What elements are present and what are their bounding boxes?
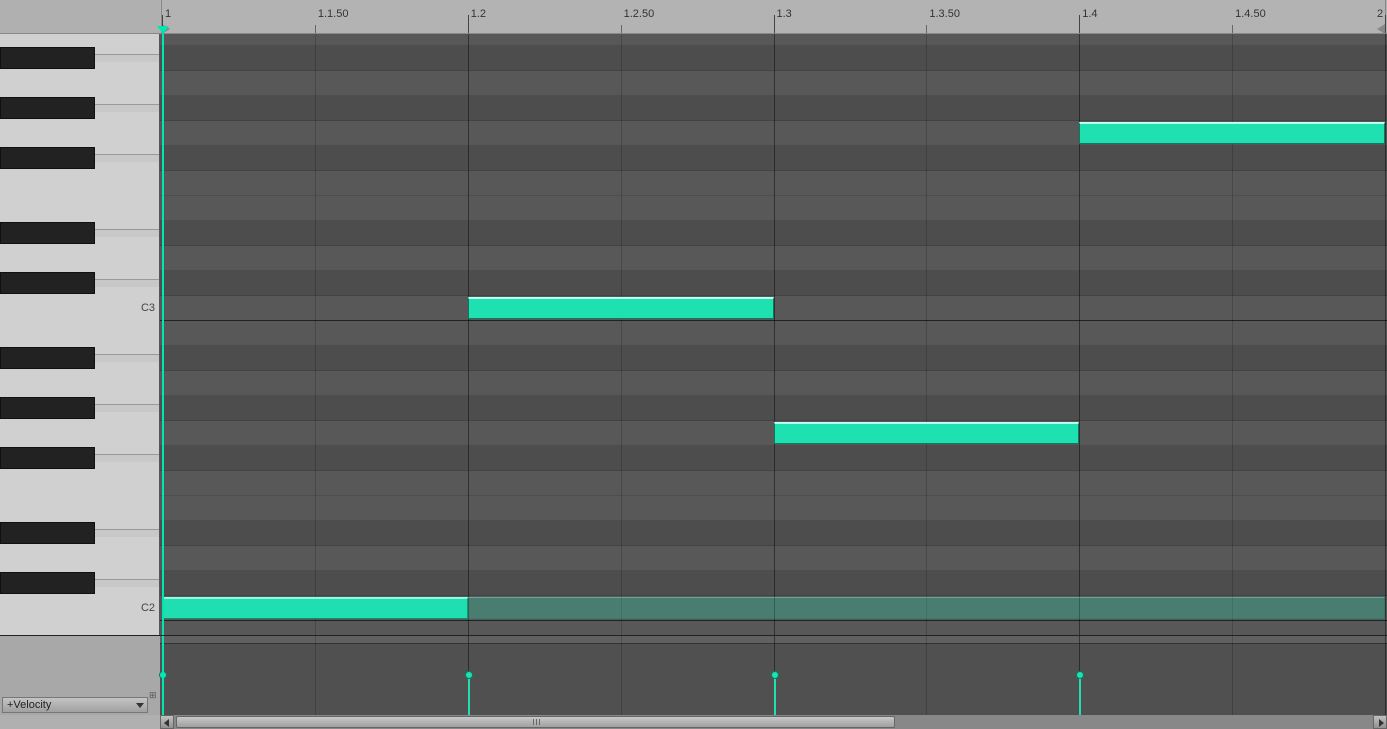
piano-black-key[interactable] [0, 447, 95, 469]
ruler-tick-label: 1.3.50 [929, 8, 960, 20]
ruler-tick-label: 1.2.50 [624, 8, 655, 20]
ruler-tick-label: 2 [1377, 8, 1383, 20]
ruler-tick-label: 1.4 [1082, 8, 1097, 20]
expand-lane-icon[interactable] [149, 685, 159, 695]
velocity-handle[interactable] [1076, 671, 1084, 679]
piano-black-key[interactable] [0, 97, 95, 119]
piano-panel: C4C3C2 [0, 0, 160, 635]
velocity-handle[interactable] [771, 671, 779, 679]
scrollbar-track[interactable] [174, 715, 1373, 729]
lane-header: +Velocity [0, 636, 160, 715]
piano-keyboard[interactable]: C4C3C2 [0, 34, 160, 635]
piano-black-key[interactable] [0, 347, 95, 369]
ruler-tick-label: 1 [165, 8, 171, 20]
midi-note-ghost[interactable] [162, 597, 1385, 619]
piano-black-key[interactable] [0, 572, 95, 594]
panel-header-blank [0, 0, 160, 34]
velocity-handle[interactable] [465, 671, 473, 679]
ruler-tick-label: 1.2 [471, 8, 486, 20]
lane-selector-label: +Velocity [7, 698, 51, 712]
piano-black-key[interactable] [0, 222, 95, 244]
playhead-line[interactable] [162, 636, 164, 715]
scrollbar-thumb[interactable] [176, 716, 895, 728]
lane-selector-dropdown[interactable]: +Velocity [2, 697, 148, 713]
midi-note[interactable] [1079, 122, 1385, 144]
scroll-right-button[interactable] [1373, 715, 1387, 729]
horizontal-scrollbar[interactable] [0, 715, 1387, 729]
note-grid[interactable] [160, 34, 1387, 635]
velocity-stem[interactable] [774, 675, 776, 715]
piano-black-key[interactable] [0, 272, 95, 294]
velocity-stem[interactable] [468, 675, 470, 715]
piano-black-key[interactable] [0, 522, 95, 544]
chevron-down-icon [136, 703, 144, 708]
velocity-stem[interactable] [1079, 675, 1081, 715]
piano-black-key[interactable] [0, 147, 95, 169]
ruler-tick-label: 1.3 [777, 8, 792, 20]
midi-note[interactable] [468, 297, 774, 319]
ruler-tick-label: 1.1.50 [318, 8, 349, 20]
piano-white-key[interactable] [0, 612, 159, 635]
scroll-left-button[interactable] [160, 715, 174, 729]
midi-note[interactable] [774, 422, 1080, 444]
time-ruler[interactable]: 1 1.1.50 1.2 1.2.50 1.3 1.3.50 1.4 1.4.50 2 [160, 0, 1387, 34]
ruler-tick-label: 1.4.50 [1235, 8, 1266, 20]
piano-black-key[interactable] [0, 397, 95, 419]
velocity-lane[interactable] [160, 636, 1387, 715]
piano-black-key[interactable] [0, 47, 95, 69]
playhead-line[interactable] [162, 34, 164, 635]
